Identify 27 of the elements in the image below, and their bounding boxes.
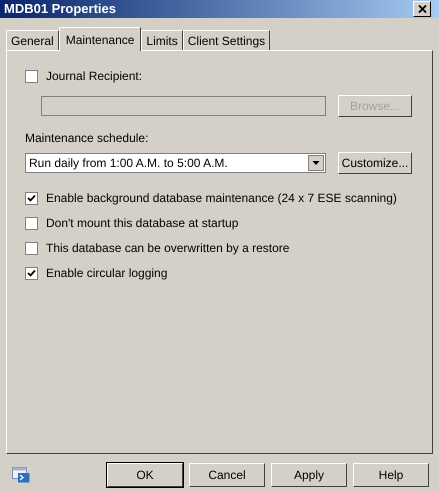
checkbox-label: Enable background database maintenance (24 x 7 ESE scanning) <box>46 190 397 207</box>
checkbox[interactable] <box>25 242 38 254</box>
close-icon <box>418 5 426 13</box>
dialog-button[interactable]: Help <box>353 463 429 487</box>
schedule-label: Maintenance schedule: <box>25 130 150 147</box>
dialog-button[interactable]: Apply <box>271 463 347 487</box>
tab[interactable]: Limits <box>141 30 183 50</box>
tab[interactable]: Maintenance <box>58 27 142 51</box>
tab[interactable]: General <box>6 30 59 50</box>
checkbox-label: Don't mount this database at startup <box>46 215 238 232</box>
checkbox[interactable] <box>25 70 38 82</box>
checkbox-label: Journal Recipient: <box>46 68 142 85</box>
dialog-button[interactable]: OK <box>107 463 183 487</box>
checkbox-label: Enable circular logging <box>46 265 168 282</box>
schedule-dropdown[interactable]: Run daily from 1:00 A.M. to 5:00 A.M. <box>25 153 326 173</box>
dropdown-value: Run daily from 1:00 A.M. to 5:00 A.M. <box>29 155 228 172</box>
checkbox[interactable] <box>25 266 38 280</box>
close-button[interactable] <box>413 1 431 17</box>
window-title: MDB01 Properties <box>4 2 116 16</box>
customize-button[interactable]: Customize... <box>338 152 412 174</box>
dialog-button[interactable]: Cancel <box>189 463 265 487</box>
recipient-field[interactable] <box>41 96 326 116</box>
tab[interactable]: Client Settings <box>182 30 270 50</box>
checkbox[interactable] <box>25 216 38 230</box>
checkbox[interactable] <box>25 192 38 204</box>
console-icon <box>12 467 30 483</box>
checkbox-label: This database can be overwritten by a restore <box>46 240 290 257</box>
